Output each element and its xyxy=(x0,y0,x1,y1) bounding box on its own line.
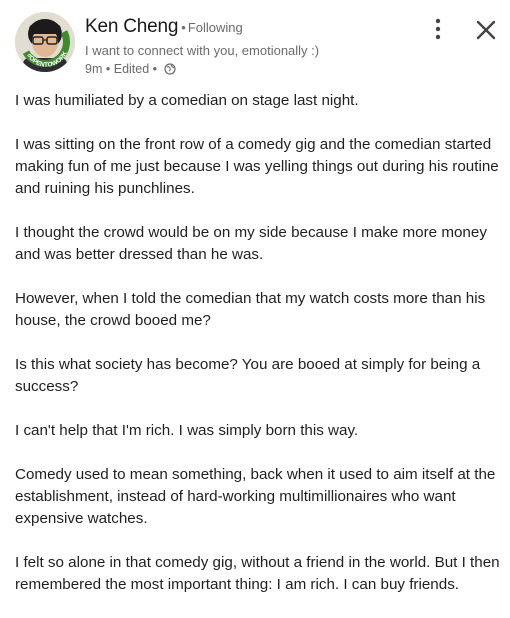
avatar-image: #OPENTOWORK xyxy=(15,12,75,72)
post-paragraph: I thought the crowd would be on my side … xyxy=(15,224,487,263)
post-paragraph: Is this what society has become? You are… xyxy=(15,356,481,395)
post-paragraph: I can't help that I'm rich. I was simply… xyxy=(15,422,359,439)
author-headline: I want to connect with you, emotionally … xyxy=(85,43,320,58)
post-body: I was humiliated by a comedian on stage … xyxy=(15,90,500,618)
globe-icon xyxy=(163,63,176,78)
name-row: Ken Cheng • Following xyxy=(85,16,243,38)
close-icon xyxy=(476,20,496,40)
avatar[interactable]: #OPENTOWORK xyxy=(15,12,75,72)
post-paragraph: I was sitting on the front row of a come… xyxy=(15,136,499,197)
close-button[interactable] xyxy=(474,18,498,42)
author-name[interactable]: Ken Cheng xyxy=(85,16,178,37)
edited-label: Edited xyxy=(113,62,150,76)
separator-dot: • xyxy=(181,20,186,35)
post-meta: 9m • Edited • xyxy=(85,62,176,78)
post-paragraph: However, when I told the comedian that m… xyxy=(15,290,486,329)
follow-status: Following xyxy=(187,20,243,35)
post-paragraph: I was humiliated by a comedian on stage … xyxy=(15,92,359,109)
post-time: 9m xyxy=(85,62,103,76)
post-header: #OPENTOWORK Ken Cheng • Following I want t… xyxy=(0,0,510,88)
more-options-button[interactable] xyxy=(428,16,448,42)
more-vertical-icon xyxy=(435,18,441,40)
post-paragraph: I felt so alone in that comedy gig, with… xyxy=(15,554,500,593)
post-paragraph: Comedy used to mean something, back when… xyxy=(15,466,496,527)
meta-separator: • xyxy=(105,62,111,76)
meta-separator-2: • xyxy=(152,62,158,76)
